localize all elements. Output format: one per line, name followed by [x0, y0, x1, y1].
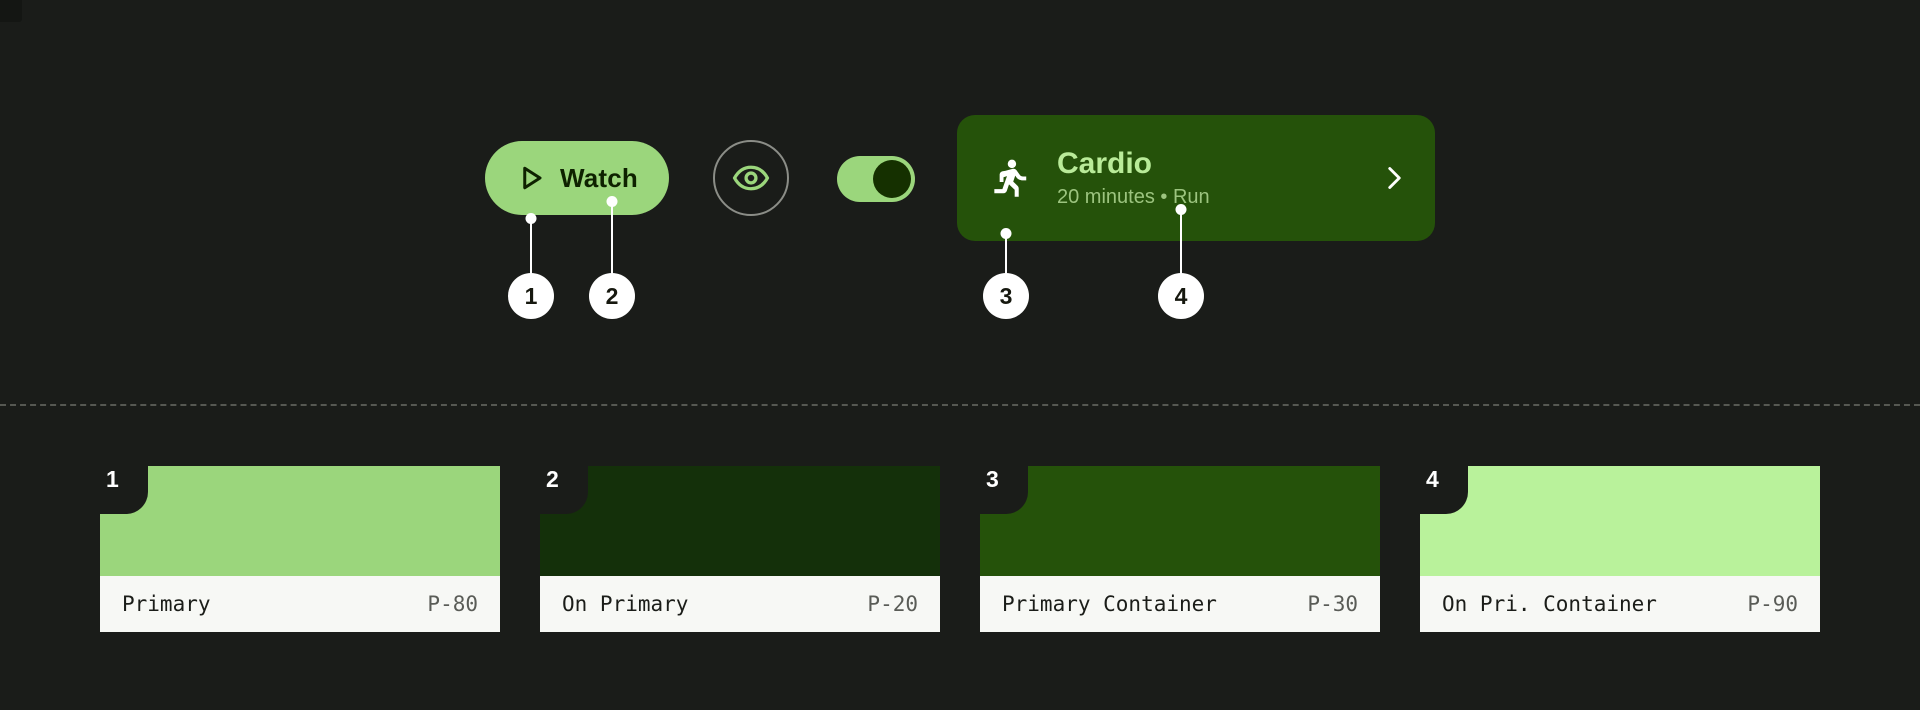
running-person-icon [994, 159, 1027, 197]
callout-anchor-dot [525, 213, 537, 224]
cardio-card-title: Cardio [1057, 146, 1153, 180]
toggle-knob [873, 160, 911, 198]
swatch-number-badge: 2 [538, 464, 588, 514]
cardio-card-text: Cardio 20 minutes • Run [1057, 147, 1353, 210]
callout-badge: 3 [983, 273, 1029, 319]
callout-anchor-dot [1175, 204, 1187, 215]
callout-badge: 1 [508, 273, 554, 319]
eye-icon [732, 165, 770, 191]
screenshot-canvas: Watch Cardio 20 minutes • Run 1 2 3 4 Pr… [0, 0, 1920, 710]
chevron-right-icon[interactable] [1379, 163, 1409, 193]
color-swatch-section: Primary P-80 1 On Primary P-20 2 Primary Conta… [0, 404, 1920, 710]
watch-button[interactable]: Watch [485, 141, 669, 215]
swatch-color-block [980, 466, 1380, 576]
swatch-number-badge: 1 [98, 464, 148, 514]
swatch-label-strip: Primary P-80 [100, 576, 500, 632]
swatch-label-strip: Primary Container P-30 [980, 576, 1380, 632]
swatch-name: Primary Container [1002, 592, 1217, 616]
swatch-token-code: P-90 [1747, 592, 1798, 616]
swatch-color-block [100, 466, 500, 576]
callout-anchor-dot [606, 196, 618, 207]
swatch-name: On Pri. Container [1442, 592, 1657, 616]
swatch-name: On Primary [562, 592, 689, 616]
visibility-toggle[interactable] [837, 156, 915, 202]
swatch-number-badge: 3 [978, 464, 1028, 514]
color-swatch-card[interactable]: On Primary P-20 2 [538, 464, 940, 632]
component-showcase-section: Watch Cardio 20 minutes • Run 1 2 3 4 [0, 0, 1920, 405]
eye-icon-button[interactable] [713, 140, 789, 216]
callout-leader-line [530, 218, 532, 274]
color-swatch-card[interactable]: Primary Container P-30 3 [978, 464, 1380, 632]
callout-leader-line [1180, 209, 1182, 274]
color-swatch-card[interactable]: Primary P-80 1 [98, 464, 500, 632]
callout-leader-line [1005, 233, 1007, 274]
color-swatch-card[interactable]: On Pri. Container P-90 4 [1418, 464, 1820, 632]
swatch-token-code: P-80 [427, 592, 478, 616]
swatch-color-block [540, 466, 940, 576]
swatch-label-strip: On Primary P-20 [540, 576, 940, 632]
swatch-token-code: P-30 [1307, 592, 1358, 616]
callout-badge: 4 [1158, 273, 1204, 319]
swatch-color-block [1420, 466, 1820, 576]
callout-badge: 2 [589, 273, 635, 319]
watch-button-label: Watch [559, 162, 639, 193]
swatch-name: Primary [122, 592, 211, 616]
swatch-token-code: P-20 [867, 592, 918, 616]
swatch-label-strip: On Pri. Container P-90 [1420, 576, 1820, 632]
swatch-number-badge: 4 [1418, 464, 1468, 514]
callout-leader-line [611, 201, 613, 274]
cardio-list-card[interactable]: Cardio 20 minutes • Run [957, 115, 1435, 241]
play-triangle-icon [523, 166, 542, 190]
cardio-card-subtitle: 20 minutes • Run [1057, 186, 1210, 209]
callout-anchor-dot [1000, 228, 1012, 239]
